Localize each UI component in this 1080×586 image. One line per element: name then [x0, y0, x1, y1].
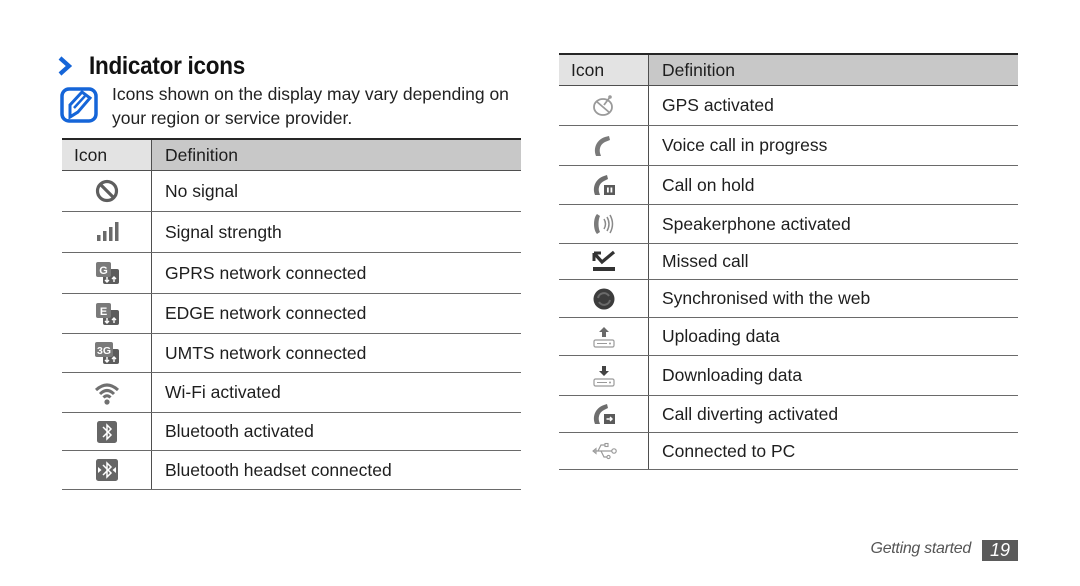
bluetooth-headset-icon [95, 459, 118, 481]
definition: Call on hold [662, 174, 755, 195]
table-row: Voice call in progress [559, 126, 1018, 166]
definition: Downloading data [662, 365, 803, 385]
indicator-table-right: Icon Definition GPS activated Voice call… [559, 53, 1018, 470]
page-title: Indicator icons [89, 51, 245, 80]
definition: Signal strength [165, 221, 282, 242]
table-row: Downloading data [559, 356, 1018, 396]
table-row: Speakerphone activated [559, 205, 1018, 244]
definition: GPS activated [662, 95, 774, 115]
table-row: Bluetooth activated [62, 413, 521, 451]
upload-icon [592, 326, 615, 348]
svg-text:3G: 3G [96, 345, 110, 357]
note-text: Icons shown on the display may vary depe… [112, 84, 509, 128]
table-row: E EDGE network connected [62, 294, 521, 334]
bluetooth-icon [96, 420, 117, 443]
header-icon: Icon [559, 55, 649, 85]
no-signal-icon [95, 179, 118, 203]
definition: EDGE network connected [165, 303, 367, 323]
call-hold-icon [593, 175, 615, 195]
note-pencil-icon [60, 87, 98, 123]
svg-text:G: G [99, 265, 108, 277]
definition: Wi-Fi activated [165, 382, 281, 402]
voice-call-icon [594, 135, 610, 156]
header-definition: Definition [152, 140, 521, 170]
signal-strength-icon [96, 222, 118, 241]
footer-section-name: Getting started [870, 540, 972, 557]
chevron-right-icon [58, 56, 72, 76]
usb-pc-icon [591, 442, 617, 460]
definition: Connected to PC [662, 440, 796, 461]
table-header: Icon Definition [62, 140, 521, 171]
table-row: GPS activated [559, 86, 1018, 126]
table-row: No signal [62, 171, 521, 212]
definition: Bluetooth headset connected [165, 459, 392, 480]
definition: Synchronised with the web [662, 288, 871, 308]
speakerphone-icon [593, 214, 613, 234]
umts-3g-icon: 3G [94, 342, 119, 364]
table-row: Missed call [559, 244, 1018, 280]
svg-text:E: E [99, 306, 106, 318]
gps-icon [592, 94, 613, 116]
page-number: 19 [982, 540, 1018, 561]
call-divert-icon [593, 404, 615, 424]
table-row: Bluetooth headset connected [62, 451, 521, 490]
definition: Voice call in progress [662, 135, 828, 155]
definition: UMTS network connected [165, 342, 367, 363]
table-header: Icon Definition [559, 55, 1018, 86]
definition: Uploading data [662, 326, 780, 346]
gprs-icon: G [95, 262, 119, 284]
missed-call-icon [592, 250, 615, 271]
definition: No signal [165, 180, 238, 201]
definition: Speakerphone activated [662, 213, 851, 234]
definition: Missed call [662, 251, 749, 271]
table-row: Call diverting activated [559, 396, 1018, 433]
wifi-icon [94, 383, 119, 405]
section-heading: Indicator icons [58, 50, 262, 82]
download-icon [592, 365, 615, 387]
table-row: G GPRS network connected [62, 253, 521, 294]
table-row: Uploading data [559, 318, 1018, 356]
header-icon: Icon [62, 140, 152, 170]
table-row: Wi-Fi activated [62, 373, 521, 413]
header-definition: Definition [649, 55, 1018, 85]
indicator-table-left: Icon Definition No signal Signal strengt… [62, 138, 521, 490]
table-row: Synchronised with the web [559, 280, 1018, 318]
edge-icon: E [95, 302, 119, 325]
table-row: Signal strength [62, 212, 521, 253]
definition: GPRS network connected [165, 262, 367, 283]
table-row: Connected to PC [559, 433, 1018, 470]
definition: Bluetooth activated [165, 421, 314, 441]
table-row: 3G UMTS network connected [62, 334, 521, 373]
sync-icon [593, 288, 614, 309]
definition: Call diverting activated [662, 403, 839, 424]
table-row: Call on hold [559, 166, 1018, 205]
